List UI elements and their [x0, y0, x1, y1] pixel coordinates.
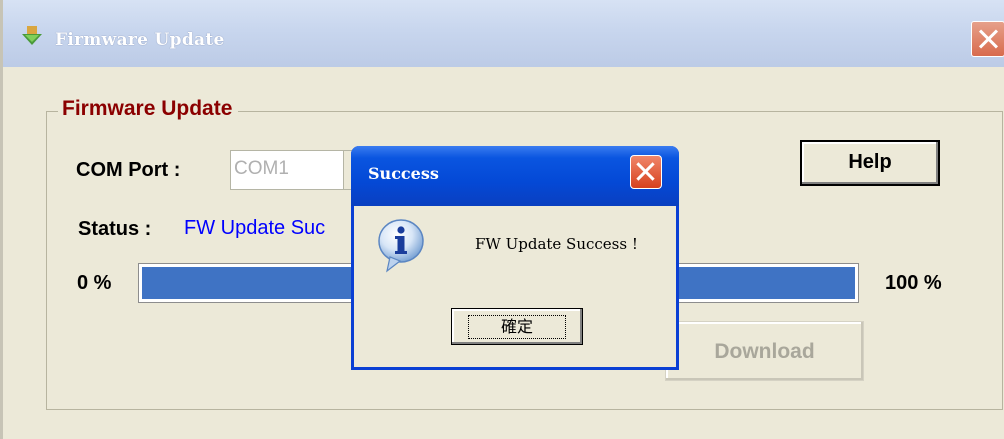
help-button[interactable]: Help: [800, 140, 940, 186]
info-icon: [378, 219, 424, 273]
dialog-title: Success: [368, 164, 439, 183]
dialog-close-icon[interactable]: [630, 155, 662, 189]
window-title: Firmware Update: [55, 30, 225, 50]
progress-max-label: 100 %: [885, 272, 942, 294]
status-label: Status :: [78, 218, 152, 240]
status-value: FW Update Suc: [184, 217, 326, 239]
title-bar[interactable]: Firmware Update: [3, 0, 1004, 67]
com-port-select[interactable]: COM1: [230, 150, 354, 190]
dialog-message: FW Update Success !: [475, 235, 638, 253]
ok-button[interactable]: 確定: [451, 308, 583, 345]
com-port-label: COM Port :: [76, 159, 181, 181]
group-legend: Firmware Update: [58, 97, 239, 121]
download-arrow-icon: [22, 26, 42, 45]
ok-button-label: 確定: [467, 315, 566, 339]
close-icon[interactable]: [971, 21, 1004, 57]
progress-min-label: 0 %: [77, 272, 112, 294]
download-button[interactable]: Download: [665, 321, 864, 381]
